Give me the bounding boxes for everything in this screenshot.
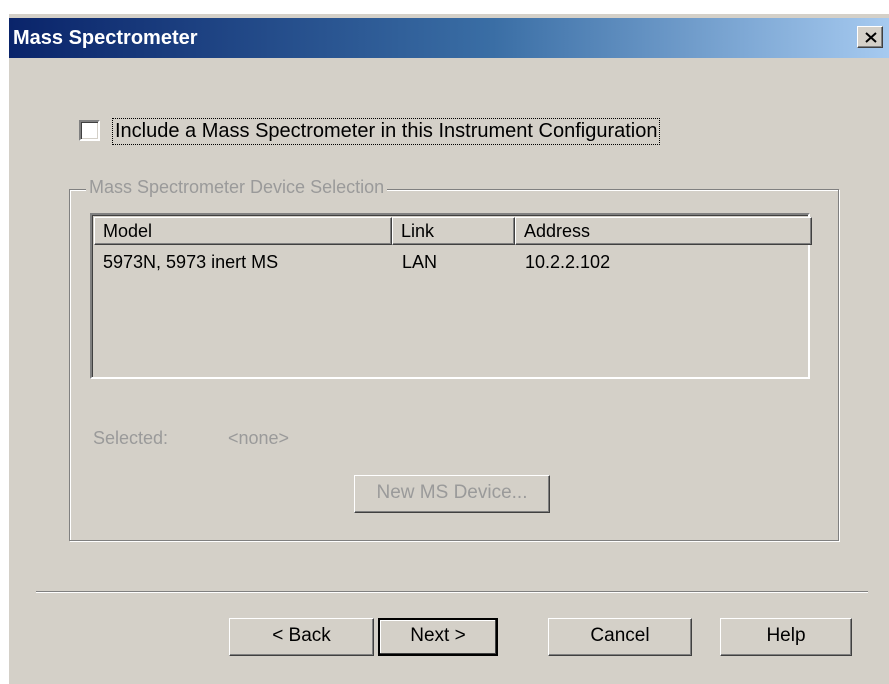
- close-icon: [865, 32, 877, 43]
- device-row[interactable]: 5973N, 5973 inert MS LAN 10.2.2.102: [94, 249, 806, 277]
- include-ms-label[interactable]: Include a Mass Spectrometer in this Inst…: [112, 118, 661, 145]
- column-header-address[interactable]: Address: [515, 217, 812, 245]
- next-button[interactable]: Next >: [378, 618, 498, 656]
- device-list[interactable]: Model Link Address 5973N, 5973 inert MS …: [90, 213, 812, 379]
- cancel-button[interactable]: Cancel: [548, 618, 692, 656]
- column-header-model[interactable]: Model: [94, 217, 392, 245]
- title-bar: Mass Spectrometer: [9, 18, 889, 58]
- separator-line: [36, 591, 868, 593]
- help-button[interactable]: Help: [720, 618, 852, 656]
- device-link-cell: LAN: [402, 252, 438, 272]
- mass-spectrometer-dialog: Mass Spectrometer Include a Mass Spectro…: [9, 14, 889, 684]
- selected-label: Selected:: [93, 428, 169, 448]
- close-button[interactable]: [857, 26, 883, 48]
- new-ms-device-button[interactable]: New MS Device...: [354, 475, 550, 513]
- window-title: Mass Spectrometer: [13, 27, 198, 49]
- device-list-header: Model Link Address: [94, 217, 812, 245]
- column-header-link[interactable]: Link: [392, 217, 515, 245]
- selected-value: <none>: [228, 428, 290, 448]
- device-selection-legend: Mass Spectrometer Device Selection: [86, 177, 388, 198]
- device-address-cell: 10.2.2.102: [525, 252, 611, 272]
- device-model-cell: 5973N, 5973 inert MS: [103, 252, 279, 272]
- include-ms-checkbox[interactable]: [79, 120, 100, 141]
- back-button[interactable]: < Back: [229, 618, 374, 656]
